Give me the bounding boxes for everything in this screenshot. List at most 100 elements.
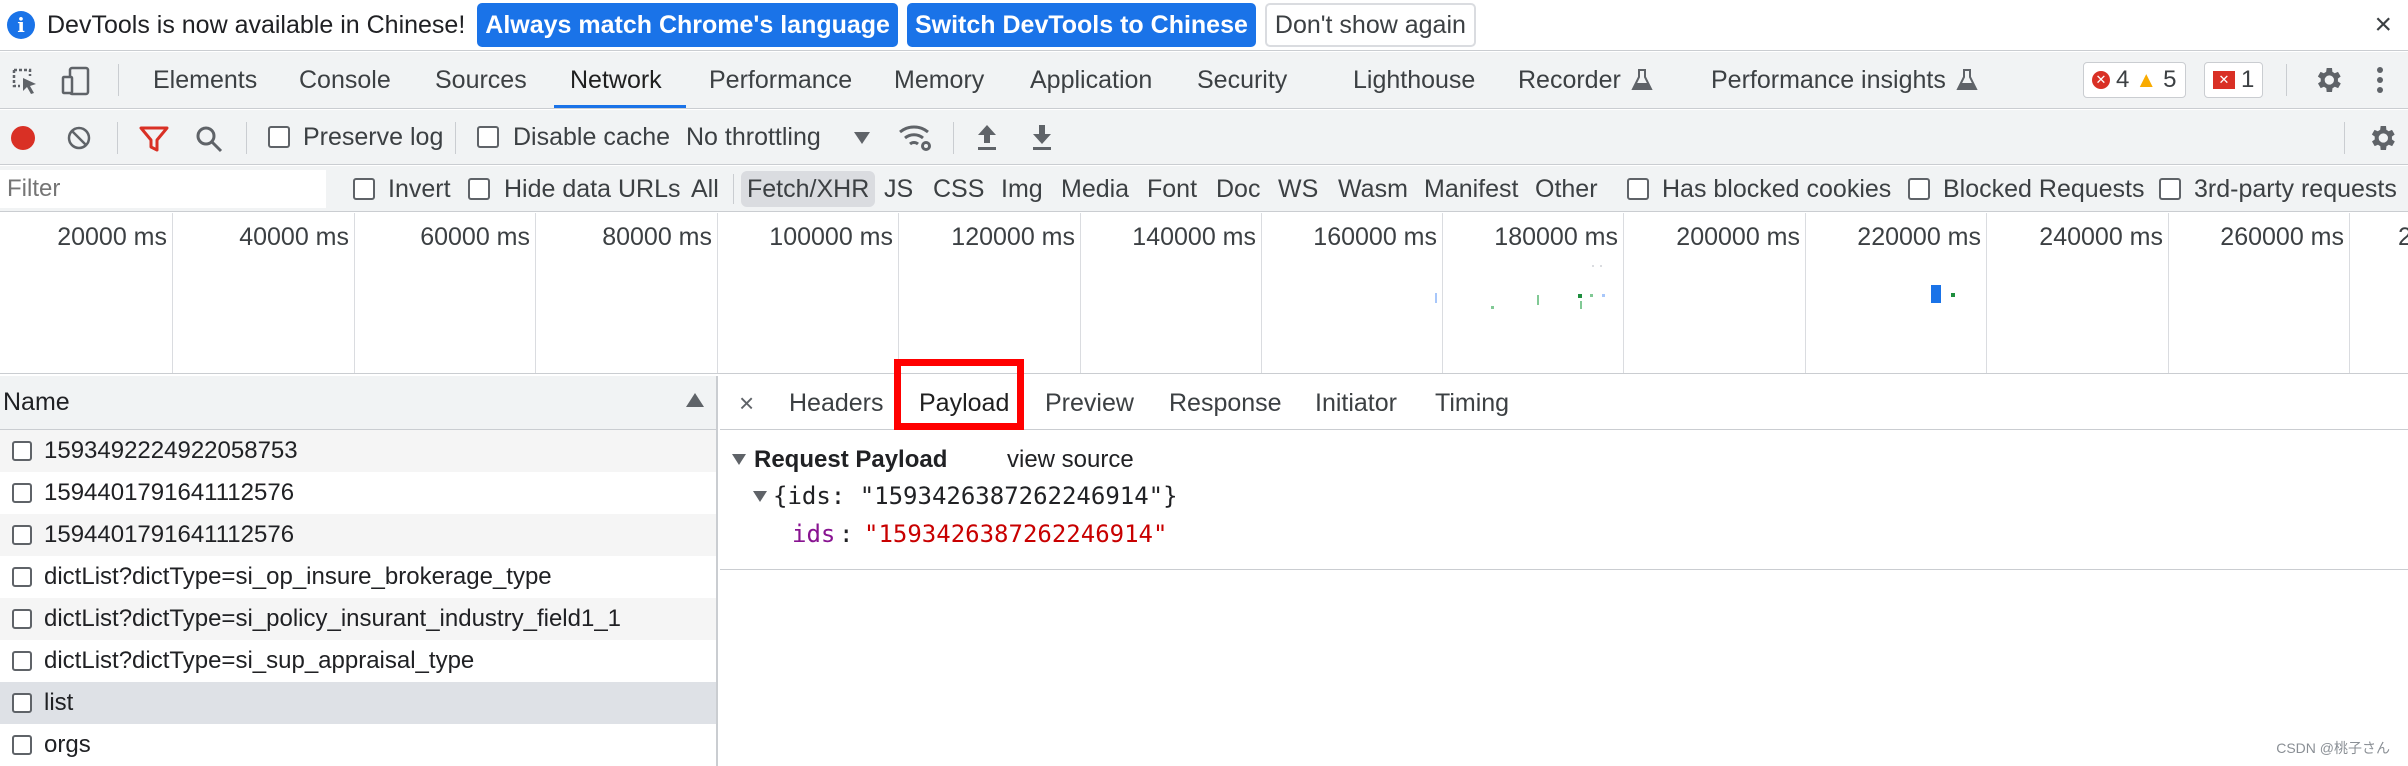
tab-sources[interactable]: Sources xyxy=(435,52,527,108)
type-filter-fetch-xhr[interactable]: Fetch/XHR xyxy=(741,171,876,207)
type-filter-img[interactable]: Img xyxy=(995,171,1049,207)
detail-tab-bar: × Headers Payload Preview Response Initi… xyxy=(720,376,2408,430)
search-icon[interactable] xyxy=(194,124,224,154)
inspect-element-icon[interactable] xyxy=(10,66,40,96)
timeline-gridline xyxy=(2349,213,2350,373)
tab-lighthouse[interactable]: Lighthouse xyxy=(1353,52,1475,108)
filter-funnel-icon[interactable] xyxy=(139,125,169,153)
timeline-gridline xyxy=(1080,213,1081,373)
table-row[interactable]: 1594401791641112576 xyxy=(0,514,716,556)
payload-colon: : xyxy=(839,520,854,548)
request-name: dictList?dictType=si_sup_appraisal_type xyxy=(44,647,475,674)
request-file-icon xyxy=(12,609,32,629)
tab-recorder-label: Recorder xyxy=(1518,65,1621,94)
request-name: 1594401791641112576 xyxy=(44,521,295,548)
blocked-requests-label: Blocked Requests xyxy=(1943,175,2145,203)
import-har-icon[interactable] xyxy=(975,122,999,152)
type-filter-css[interactable]: CSS xyxy=(927,171,990,207)
tab-memory[interactable]: Memory xyxy=(894,52,984,108)
info-icon: i xyxy=(7,11,35,39)
tab-timing[interactable]: Timing xyxy=(1435,376,1509,430)
sort-ascending-icon[interactable] xyxy=(686,393,704,407)
request-activity-mark xyxy=(1590,294,1593,297)
timeline-gridline xyxy=(717,213,718,373)
expand-object-icon[interactable] xyxy=(753,491,767,502)
request-activity-mark xyxy=(1600,265,1602,267)
request-file-icon xyxy=(12,441,32,461)
switch-to-chinese-button[interactable]: Switch DevTools to Chinese xyxy=(906,3,1256,47)
close-detail-icon[interactable]: × xyxy=(739,376,754,430)
tab-performance-insights[interactable]: Performance insights xyxy=(1711,52,1978,108)
type-filter-wasm[interactable]: Wasm xyxy=(1332,171,1414,207)
table-row[interactable]: dictList?dictType=si_sup_appraisal_type xyxy=(0,640,716,682)
record-icon[interactable] xyxy=(11,126,35,150)
settings-gear-icon[interactable] xyxy=(2312,64,2344,96)
tab-preview[interactable]: Preview xyxy=(1045,376,1134,430)
timeline-tick-label: 2 xyxy=(2398,223,2408,252)
disable-cache-checkbox[interactable] xyxy=(477,126,499,148)
export-har-icon[interactable] xyxy=(1030,122,1054,152)
request-payload-title[interactable]: Request Payload xyxy=(754,446,947,474)
tab-headers[interactable]: Headers xyxy=(789,376,884,430)
issues-badge[interactable]: ✕ 1 xyxy=(2204,62,2264,98)
type-filter-other[interactable]: Other xyxy=(1529,171,1604,207)
collapse-section-icon[interactable] xyxy=(732,454,746,465)
more-options-icon[interactable] xyxy=(2374,64,2386,96)
request-activity-mark xyxy=(1578,294,1582,298)
invert-label: Invert xyxy=(388,175,451,203)
table-row[interactable]: 1593492224922058753 xyxy=(0,430,716,472)
tab-network[interactable]: Network xyxy=(570,52,662,108)
timeline-tick-label: 60000 ms xyxy=(420,223,530,251)
network-conditions-icon[interactable] xyxy=(898,122,934,154)
tab-security[interactable]: Security xyxy=(1197,52,1287,108)
view-source-link[interactable]: view source xyxy=(1007,446,1134,474)
table-row[interactable]: dictList?dictType=si_op_insure_brokerage… xyxy=(0,556,716,598)
type-filter-manifest[interactable]: Manifest xyxy=(1418,171,1524,207)
dont-show-again-button[interactable]: Don't show again xyxy=(1264,3,1476,47)
name-column-header[interactable]: Name xyxy=(0,376,716,430)
tab-response[interactable]: Response xyxy=(1169,376,1282,430)
invert-checkbox[interactable] xyxy=(353,178,375,200)
hide-data-urls-checkbox[interactable] xyxy=(468,178,490,200)
filter-input[interactable] xyxy=(0,170,326,208)
table-row[interactable]: orgs xyxy=(0,724,716,766)
timeline-tick-label: 40000 ms xyxy=(239,223,349,251)
has-blocked-cookies-checkbox[interactable] xyxy=(1627,178,1649,200)
type-filter-font[interactable]: Font xyxy=(1141,171,1203,207)
tab-application[interactable]: Application xyxy=(1030,52,1152,108)
type-filter-js[interactable]: JS xyxy=(878,171,919,207)
preserve-log-checkbox[interactable] xyxy=(268,126,290,148)
table-row-selected[interactable]: list xyxy=(0,682,716,724)
timeline-tick-label: 200000 ms xyxy=(1676,223,1800,251)
third-party-requests-checkbox[interactable] xyxy=(2159,178,2181,200)
tab-payload[interactable]: Payload xyxy=(919,376,1009,430)
throttling-select[interactable]: No throttling xyxy=(686,123,821,152)
timeline-tick-label: 240000 ms xyxy=(2039,223,2163,251)
type-filter-media[interactable]: Media xyxy=(1055,171,1135,207)
table-row[interactable]: dictList?dictType=si_policy_insurant_ind… xyxy=(0,598,716,640)
timeline-tick-label: 100000 ms xyxy=(769,223,893,251)
tab-recorder[interactable]: Recorder xyxy=(1518,52,1653,108)
always-match-language-button[interactable]: Always match Chrome's language xyxy=(477,3,898,47)
preserve-log-label: Preserve log xyxy=(303,123,444,151)
network-overview-timeline[interactable]: 20000 ms 40000 ms 60000 ms 80000 ms 1000… xyxy=(0,213,2408,374)
request-activity-mark xyxy=(1602,294,1605,297)
tab-performance[interactable]: Performance xyxy=(709,52,852,108)
blocked-requests-checkbox[interactable] xyxy=(1908,178,1930,200)
timeline-gridline xyxy=(354,213,355,373)
tab-console[interactable]: Console xyxy=(299,52,391,108)
close-infobar-icon[interactable]: × xyxy=(2374,8,2392,42)
request-name: dictList?dictType=si_op_insure_brokerage… xyxy=(44,563,552,590)
type-filter-all[interactable]: All xyxy=(685,171,725,207)
clear-icon[interactable] xyxy=(66,125,92,151)
network-settings-gear-icon[interactable] xyxy=(2366,122,2398,154)
tab-elements[interactable]: Elements xyxy=(153,52,257,108)
throttling-dropdown-icon[interactable] xyxy=(854,132,870,144)
infobar-message: DevTools is now available in Chinese! xyxy=(47,10,466,39)
table-row[interactable]: 1594401791641112576 xyxy=(0,472,716,514)
device-toolbar-icon[interactable] xyxy=(60,66,92,96)
type-filter-ws[interactable]: WS xyxy=(1272,171,1324,207)
console-counts-badge[interactable]: ✕ 4 ▲ 5 xyxy=(2083,62,2186,98)
type-filter-doc[interactable]: Doc xyxy=(1210,171,1266,207)
tab-initiator[interactable]: Initiator xyxy=(1315,376,1397,430)
